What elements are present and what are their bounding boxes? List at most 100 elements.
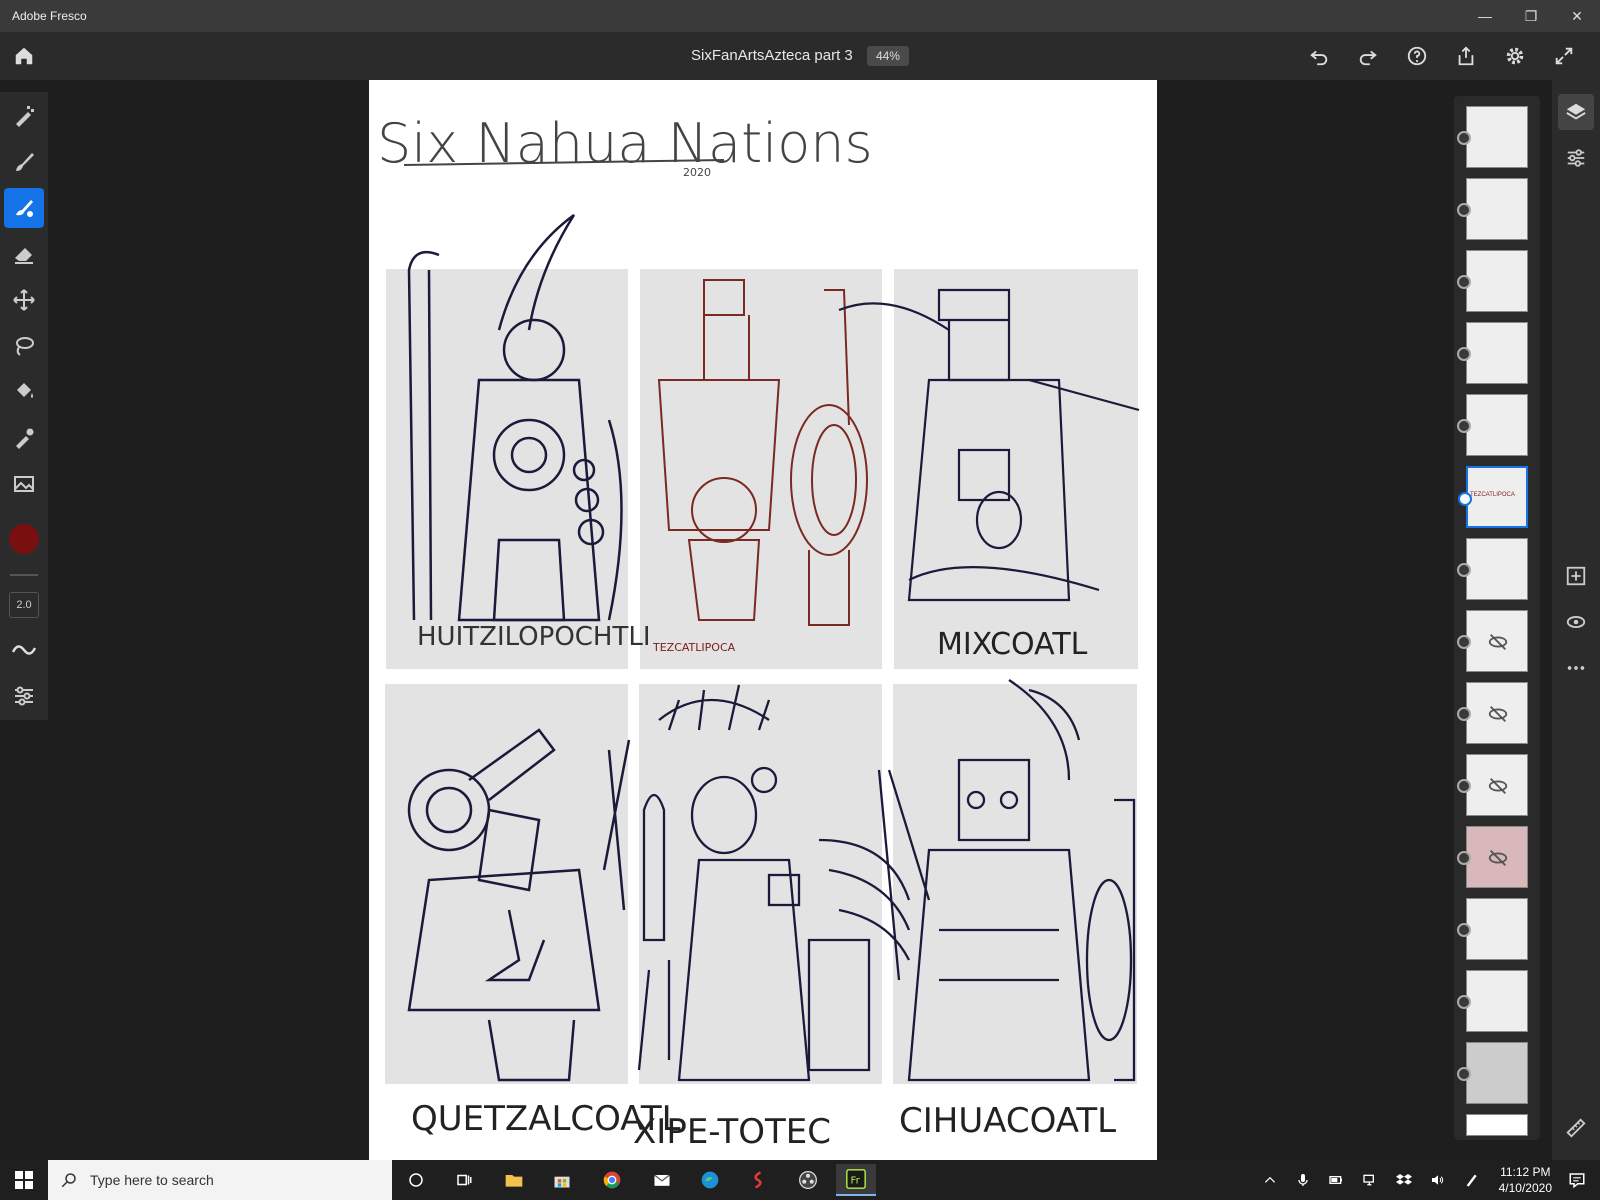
- chevron-up-icon[interactable]: [1263, 1173, 1277, 1187]
- layer-properties-button[interactable]: [1558, 140, 1594, 176]
- add-layer-button[interactable]: [1558, 558, 1594, 594]
- edge-button[interactable]: [690, 1164, 730, 1196]
- smoothing-button[interactable]: [4, 630, 44, 670]
- layer-select-dot[interactable]: [1457, 635, 1471, 649]
- volume-icon[interactable]: [1429, 1172, 1447, 1188]
- help-button[interactable]: [1401, 40, 1433, 72]
- app-header: SixFanArtsAzteca part 3 44%: [0, 32, 1600, 80]
- lasso-icon: [16, 337, 34, 356]
- pen-icon[interactable]: [1463, 1172, 1481, 1188]
- label-huitzilopochtli: HUITZILOPOCHTLI: [417, 622, 651, 652]
- layer-thumb[interactable]: [1457, 1042, 1528, 1104]
- chrome-button[interactable]: [592, 1164, 632, 1196]
- move-tool[interactable]: [4, 280, 44, 320]
- layer-thumb-selected[interactable]: TEZCATLIPOCA: [1458, 466, 1528, 528]
- layer-select-dot[interactable]: [1457, 275, 1471, 289]
- brush-size-field[interactable]: 2.0: [9, 592, 39, 618]
- sliders-icon: [15, 686, 33, 706]
- dropbox-icon[interactable]: [1395, 1172, 1413, 1188]
- redo-button[interactable]: [1352, 40, 1384, 72]
- app-s-button[interactable]: [738, 1164, 778, 1196]
- undo-button[interactable]: [1303, 40, 1335, 72]
- layer-thumb[interactable]: [1457, 250, 1528, 312]
- layer-select-dot[interactable]: [1457, 131, 1471, 145]
- live-brush-tool[interactable]: [4, 142, 44, 182]
- close-button[interactable]: ✕: [1554, 0, 1600, 32]
- home-button[interactable]: [8, 40, 40, 72]
- layers-button[interactable]: [1558, 94, 1594, 130]
- layer-thumb[interactable]: [1457, 394, 1528, 456]
- layer-thumb[interactable]: [1457, 106, 1528, 168]
- more-options-button[interactable]: [1558, 650, 1594, 686]
- artwork-title: Six Nahua Nations: [377, 112, 873, 175]
- edge-icon: [701, 1171, 719, 1189]
- cortana-icon: [409, 1173, 423, 1187]
- layer-select-dot[interactable]: [1457, 779, 1471, 793]
- pixel-brush-tool[interactable]: [4, 96, 44, 136]
- settings-button[interactable]: [1499, 40, 1531, 72]
- window-controls: — ❐ ✕: [1462, 0, 1600, 32]
- ruler-button[interactable]: [1558, 1110, 1594, 1146]
- layer-thumb[interactable]: [1457, 322, 1528, 384]
- artwork-canvas[interactable]: Six Nahua Nations 2020 HUITZILOPOCHTLI T…: [369, 80, 1157, 1160]
- layer-thumb-hidden[interactable]: [1457, 682, 1528, 744]
- layer-select-dot[interactable]: [1457, 851, 1471, 865]
- task-view-button[interactable]: [444, 1164, 484, 1196]
- layer-select-dot[interactable]: [1457, 707, 1471, 721]
- lasso-tool[interactable]: [4, 326, 44, 366]
- layer-select-dot[interactable]: [1457, 347, 1471, 361]
- taskbar-search[interactable]: Type here to search: [48, 1160, 392, 1200]
- eyedropper-tool[interactable]: [4, 418, 44, 458]
- layer-thumb-hidden[interactable]: [1457, 610, 1528, 672]
- layer-select-dot[interactable]: [1457, 563, 1471, 577]
- search-icon: [61, 1173, 76, 1188]
- layer-select-dot[interactable]: [1457, 419, 1471, 433]
- file-explorer-button[interactable]: [494, 1164, 534, 1196]
- microphone-icon[interactable]: [1295, 1172, 1311, 1188]
- layer-thumb[interactable]: [1457, 178, 1528, 240]
- windows-taskbar: Type here to search Fr 11:12 PM 4/10/202…: [0, 1160, 1600, 1200]
- fill-tool[interactable]: [4, 372, 44, 412]
- mail-button[interactable]: [642, 1164, 682, 1196]
- place-image-tool[interactable]: [4, 464, 44, 504]
- layer-visibility-button[interactable]: [1558, 604, 1594, 640]
- sliders-icon: [1567, 149, 1585, 167]
- layer-thumb[interactable]: [1457, 970, 1528, 1032]
- document-title[interactable]: SixFanArtsAzteca part 3: [691, 47, 853, 64]
- vector-brush-tool[interactable]: [4, 188, 44, 228]
- layer-thumb[interactable]: [1457, 538, 1528, 600]
- brush-settings-button[interactable]: [4, 676, 44, 716]
- obs-button[interactable]: [788, 1164, 828, 1196]
- panel-6: [893, 684, 1137, 1084]
- eyedropper-icon: [16, 428, 34, 449]
- help-icon: [1407, 46, 1427, 66]
- task-view-icon: [457, 1174, 472, 1186]
- maximize-button[interactable]: ❐: [1508, 0, 1554, 32]
- gear-icon: [1506, 47, 1524, 65]
- system-clock[interactable]: 11:12 PM 4/10/2020: [1499, 1164, 1552, 1196]
- zoom-level[interactable]: 44%: [866, 46, 909, 66]
- layer-thumb-background[interactable]: [1466, 1114, 1528, 1136]
- paint-bucket-icon: [17, 383, 33, 398]
- eraser-tool[interactable]: [4, 234, 44, 274]
- layer-select-dot[interactable]: [1457, 995, 1471, 1009]
- fullscreen-button[interactable]: [1548, 40, 1580, 72]
- notification-icon[interactable]: [1568, 1171, 1586, 1189]
- layer-select-dot[interactable]: [1457, 203, 1471, 217]
- cortana-button[interactable]: [396, 1164, 436, 1196]
- right-panel-toolbar: [1552, 80, 1600, 1160]
- layer-thumb-hidden[interactable]: [1457, 826, 1528, 888]
- layer-thumb-hidden[interactable]: [1457, 754, 1528, 816]
- fresco-taskbar-button[interactable]: Fr: [836, 1164, 876, 1196]
- label-xipe-totec: XIPE-TOTEC: [633, 1112, 831, 1152]
- layer-select-dot[interactable]: [1457, 1067, 1471, 1081]
- start-button[interactable]: [0, 1160, 48, 1200]
- layer-thumb[interactable]: [1457, 898, 1528, 960]
- battery-icon[interactable]: [1327, 1172, 1345, 1188]
- network-icon[interactable]: [1361, 1172, 1379, 1188]
- minimize-button[interactable]: —: [1462, 0, 1508, 32]
- layer-select-dot[interactable]: [1457, 923, 1471, 937]
- store-button[interactable]: [542, 1164, 582, 1196]
- color-swatch[interactable]: [9, 524, 39, 554]
- share-button[interactable]: [1450, 40, 1482, 72]
